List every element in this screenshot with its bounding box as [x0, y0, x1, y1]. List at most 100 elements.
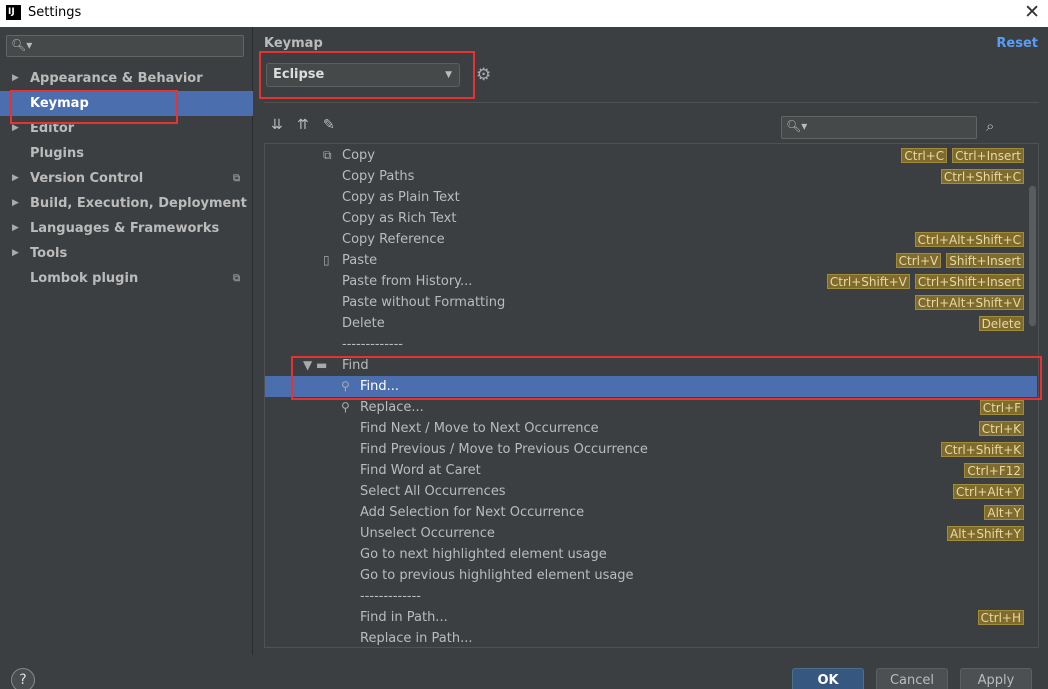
tree-row[interactable]: Select All Occurrences Ctrl+Alt+Y — [265, 481, 1037, 502]
keymap-search-input[interactable]: 🔍︎▾ — [781, 116, 977, 139]
sidebar-search-input[interactable]: 🔍︎▾ — [6, 35, 244, 57]
chevron-down-icon: ▼ — [445, 70, 452, 80]
tree-row[interactable]: ------------- — [265, 334, 1037, 355]
tree-row[interactable]: Delete Delete — [265, 313, 1037, 334]
sidebar-item-lombok-plugin[interactable]: Lombok plugin ⧉ — [0, 266, 253, 291]
action-label: Add Selection for Next Occurrence — [360, 505, 585, 520]
shortcut-list: Ctrl+F12 — [964, 463, 1024, 478]
sidebar-item-editor[interactable]: ▶ Editor — [0, 116, 253, 141]
shortcut-list: Ctrl+Alt+Shift+V — [914, 295, 1024, 310]
shortcut-list: Ctrl+F — [979, 400, 1024, 415]
sidebar-item-build-execution-deployment[interactable]: ▶ Build, Execution, Deployment — [0, 191, 253, 216]
tree-row[interactable]: ------------- — [265, 586, 1037, 607]
chevron-right-icon[interactable]: ▶ — [12, 241, 19, 266]
tree-row[interactable]: Paste without Formatting Ctrl+Alt+Shift+V — [265, 292, 1037, 313]
sidebar-item-label: Languages & Frameworks — [30, 221, 220, 236]
apply-button[interactable]: Apply — [960, 668, 1032, 689]
shortcut-list: Ctrl+Alt+Shift+C — [914, 232, 1024, 247]
chevron-right-icon[interactable]: ▶ — [12, 166, 19, 191]
shortcut-list: Ctrl+C Ctrl+Insert — [901, 148, 1024, 163]
tree-row[interactable]: Go to previous highlighted element usage — [265, 565, 1037, 586]
reset-link[interactable]: Reset — [996, 36, 1038, 51]
tree-row[interactable]: Copy Reference Ctrl+Alt+Shift+C — [265, 229, 1037, 250]
chevron-right-icon[interactable]: ▶ — [12, 191, 19, 216]
tree-row[interactable]: Copy Paths Ctrl+Shift+C — [265, 166, 1037, 187]
replace-icon: ⚲ — [341, 400, 350, 414]
shortcut-list: Ctrl+Alt+Y — [952, 484, 1024, 499]
keymap-scheme-value: Eclipse — [273, 67, 325, 82]
sidebar-item-version-control[interactable]: ▶ Version Control ⧉ — [0, 166, 253, 191]
action-label: ------------- — [360, 589, 421, 604]
tree-row[interactable]: Go to next highlighted element usage — [265, 544, 1037, 565]
action-label: Copy Reference — [342, 232, 445, 247]
sidebar-item-keymap[interactable]: Keymap — [0, 91, 253, 116]
chevron-right-icon[interactable]: ▶ — [12, 116, 19, 141]
tree-row[interactable]: Find Word at Caret Ctrl+F12 — [265, 460, 1037, 481]
scrollbar[interactable] — [1029, 186, 1036, 326]
action-label: Copy as Plain Text — [342, 190, 460, 205]
search-icon: ⚲ — [341, 379, 350, 393]
action-label: Find — [342, 358, 369, 373]
tree-row[interactable]: Copy as Rich Text — [265, 208, 1037, 229]
ok-button[interactable]: OK — [792, 668, 864, 689]
gear-icon[interactable]: ⚙ — [476, 65, 491, 85]
shortcut-badge: Ctrl+K — [978, 421, 1024, 436]
help-button[interactable]: ? — [11, 668, 35, 689]
sidebar-item-appearance-behavior[interactable]: ▶ Appearance & Behavior — [0, 66, 253, 91]
pencil-icon[interactable]: ✎ — [323, 117, 335, 133]
tree-row[interactable]: Copy as Plain Text — [265, 187, 1037, 208]
sidebar-item-plugins[interactable]: Plugins — [0, 141, 253, 166]
find-by-shortcut-icon[interactable]: ⌕ — [986, 117, 994, 135]
action-label: Copy as Rich Text — [342, 211, 457, 226]
keymap-action-tree[interactable]: ⧉ Copy Ctrl+C Ctrl+Insert Copy Paths Ctrl+Shi… — [264, 143, 1039, 648]
tree-row[interactable]: ▯ Paste Ctrl+V Shift+Insert — [265, 250, 1037, 271]
page-title: Keymap — [264, 36, 323, 51]
action-label: Find... — [360, 379, 400, 394]
copy-icon: ⧉ — [323, 148, 332, 162]
project-scope-icon: ⧉ — [233, 273, 241, 284]
chevron-right-icon[interactable]: ▶ — [12, 216, 19, 241]
tree-row[interactable]: Find Next / Move to Next Occurrence Ctrl+… — [265, 418, 1037, 439]
tree-group-find[interactable]: ▼ ▬ Find — [265, 355, 1037, 376]
tree-row[interactable]: Find in Path... Ctrl+H — [265, 607, 1037, 628]
action-label: Go to previous highlighted element usage — [360, 568, 634, 583]
close-icon[interactable]: ✕ — [1024, 1, 1040, 23]
action-label: Find Previous / Move to Previous Occurre… — [360, 442, 648, 457]
action-label: Find Next / Move to Next Occurrence — [360, 421, 599, 436]
chevron-right-icon[interactable]: ▶ — [12, 66, 19, 91]
shortcut-badge: Ctrl+Alt+Shift+C — [914, 232, 1024, 247]
cancel-button[interactable]: Cancel — [876, 668, 948, 689]
keymap-panel: Keymap Reset Eclipse ▼ ⚙ ⇊ ⇈ ✎ 🔍︎▾ ⌕ ⧉ Co… — [254, 27, 1048, 655]
tree-row[interactable]: Replace in Path... — [265, 628, 1037, 647]
shortcut-badge: Ctrl+F — [979, 400, 1024, 415]
action-label: ------------- — [342, 337, 403, 352]
shortcut-badge: Ctrl+Shift+K — [941, 442, 1024, 457]
collapse-all-icon[interactable]: ⇈ — [297, 117, 309, 133]
shortcut-list: Delete — [978, 316, 1024, 331]
action-label: Replace in Path... — [360, 631, 473, 646]
tree-row[interactable]: Add Selection for Next Occurrence Alt+Y — [265, 502, 1037, 523]
action-label: Copy Paths — [342, 169, 415, 184]
action-label: Paste — [342, 253, 378, 268]
expand-all-icon[interactable]: ⇊ — [271, 117, 283, 133]
tree-row[interactable]: ⧉ Copy Ctrl+C Ctrl+Insert — [265, 145, 1037, 166]
sidebar-item-label: Build, Execution, Deployment — [30, 196, 247, 211]
tree-row[interactable]: ⚲ Find... — [265, 376, 1037, 397]
tree-row[interactable]: Paste from History... Ctrl+Shift+V Ctrl+Sh… — [265, 271, 1037, 292]
shortcut-badge: Ctrl+C — [901, 148, 948, 163]
keymap-scheme-dropdown[interactable]: Eclipse ▼ — [266, 63, 460, 87]
shortcut-list: Ctrl+Shift+C — [940, 169, 1024, 184]
sidebar-item-languages-frameworks[interactable]: ▶ Languages & Frameworks — [0, 216, 253, 241]
shortcut-badge: Delete — [978, 316, 1024, 331]
tree-row[interactable]: Find Previous / Move to Previous Occurre… — [265, 439, 1037, 460]
folder-icon: ▼ ▬ — [303, 358, 328, 372]
shortcut-list: Ctrl+H — [977, 610, 1024, 625]
shortcut-badge: Ctrl+F12 — [964, 463, 1024, 478]
tree-row[interactable]: ⚲ Replace... Ctrl+F — [265, 397, 1037, 418]
action-label: Unselect Occurrence — [360, 526, 495, 541]
tree-row[interactable]: Unselect Occurrence Alt+Shift+Y — [265, 523, 1037, 544]
shortcut-list: Alt+Shift+Y — [947, 526, 1024, 541]
sidebar-item-tools[interactable]: ▶ Tools — [0, 241, 253, 266]
action-label: Paste without Formatting — [342, 295, 506, 310]
shortcut-badge: Alt+Shift+Y — [947, 526, 1024, 541]
